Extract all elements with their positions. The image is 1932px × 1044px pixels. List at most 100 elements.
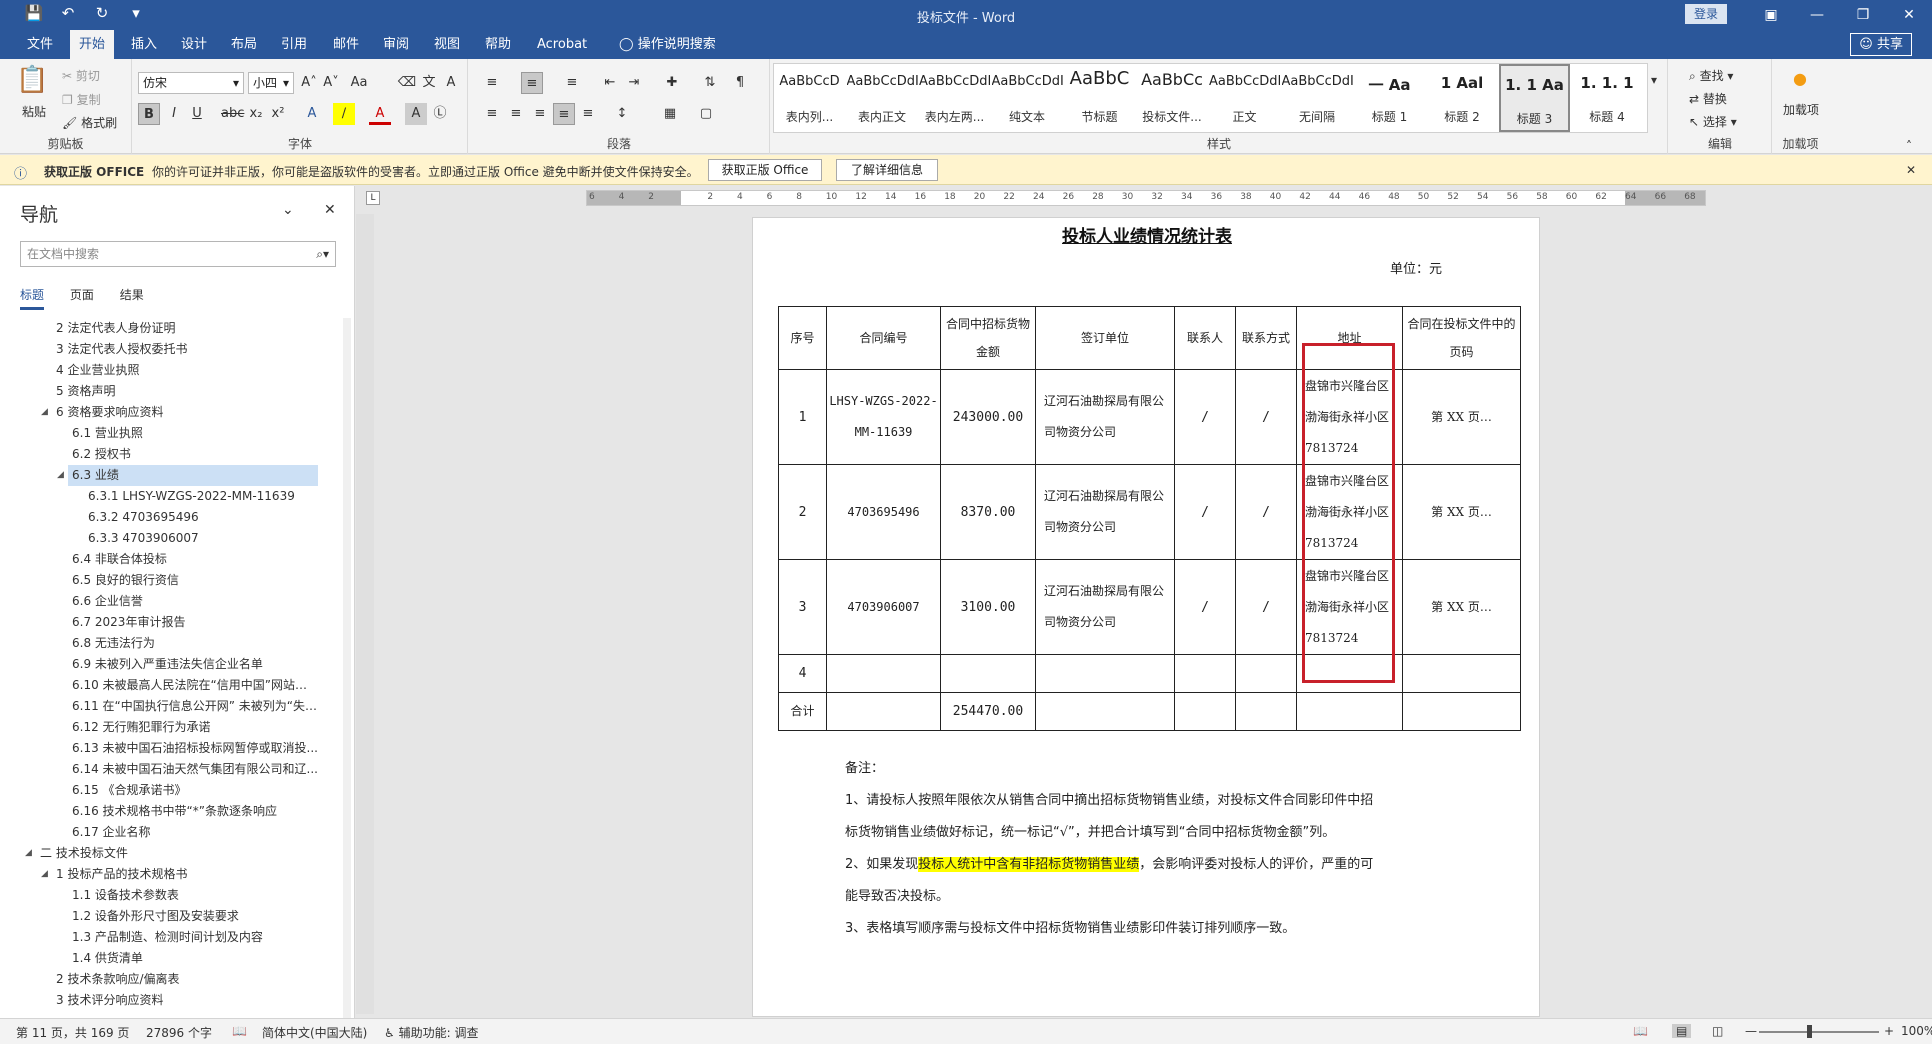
nav-heading-item[interactable]: 二 技术投标文件	[36, 843, 318, 864]
increase-indent-icon[interactable]: ⇥	[623, 72, 645, 94]
share-button[interactable]: ☺ 共享	[1850, 33, 1912, 56]
table-cell[interactable]	[1174, 692, 1236, 731]
zoom-out-button[interactable]: —	[1745, 1024, 1757, 1038]
document-page[interactable]: 投标人业绩情况统计表 单位：元 序号 合同编号 合同中招标货物金额 签订单位 联系人 联系…	[752, 217, 1540, 1017]
tab-home[interactable]: 开始	[70, 30, 115, 59]
align-right-icon[interactable]: ≡	[529, 103, 551, 125]
nav-heading-item[interactable]: 6.3.3 4703906007	[84, 528, 318, 549]
expand-triangle-icon[interactable]: ◢	[25, 843, 32, 864]
align-center-icon[interactable]: ≡	[505, 103, 527, 125]
read-mode-icon[interactable]: 📖	[1633, 1024, 1648, 1038]
style-item[interactable]: AaBbC 节标题	[1064, 64, 1135, 132]
table-cell[interactable]	[1174, 654, 1236, 693]
table-cell[interactable]: 辽河石油勘探局有限公司物资分公司	[1035, 369, 1175, 465]
shading-icon[interactable]: ▦	[659, 103, 681, 125]
horizontal-ruler[interactable]: 6 4 2 2 4 6 8 10 12 14 16 18 20 22 24 26 28 30 32 34 36 38 40 4…	[586, 190, 1706, 206]
nav-heading-item[interactable]: 6.3.2 4703695496	[84, 507, 318, 528]
table-cell[interactable]: LHSY-WZGS-2022-MM-11639	[826, 369, 941, 465]
nav-heading-item[interactable]: 5 资格声明	[52, 381, 318, 402]
text-effects-icon[interactable]: A	[301, 103, 323, 125]
table-cell[interactable]: /	[1235, 559, 1297, 655]
format-painter-button[interactable]: 🖌 格式刷	[62, 114, 117, 131]
borders-icon[interactable]: ▢	[695, 103, 717, 125]
style-item[interactable]: 1. 1 Aa 标题 3	[1499, 64, 1570, 132]
notice-close-icon[interactable]: ✕	[1906, 163, 1916, 177]
tab-review[interactable]: 审阅	[374, 30, 418, 59]
clear-format-icon[interactable]: ⌫	[396, 72, 418, 94]
select-button[interactable]: ↖ 选择 ▾	[1689, 113, 1737, 130]
nav-heading-item[interactable]: 6.10 未被最高人民法院在“信用中国”网站或...	[68, 675, 318, 696]
style-item[interactable]: 1. 1. 1 标题 4	[1572, 64, 1643, 132]
nav-heading-item[interactable]: 6.12 无行贿犯罪行为承诺	[68, 717, 318, 738]
table-cell[interactable]: 8370.00	[940, 464, 1036, 560]
copy-button[interactable]: ❐ 复制	[62, 91, 101, 108]
nav-heading-item[interactable]: 6.9 未被列入严重违法失信企业名单	[68, 654, 318, 675]
numbering-icon[interactable]: ≡	[521, 72, 543, 94]
tab-design[interactable]: 设计	[172, 30, 216, 59]
nav-search-input[interactable]: 在文档中搜索 ⌕▾	[20, 241, 336, 267]
table-header-cell[interactable]: 合同编号	[826, 306, 941, 370]
grow-font-button[interactable]: A˄	[298, 72, 320, 94]
underline-button[interactable]: U	[186, 103, 208, 125]
table-cell[interactable]: 3100.00	[940, 559, 1036, 655]
phonetic-guide-icon[interactable]: 文	[418, 72, 440, 94]
table-cell[interactable]	[826, 692, 941, 731]
style-item[interactable]: AaBbCcDdI 正文	[1209, 64, 1280, 132]
font-name-select[interactable]: 仿宋 ▾	[138, 72, 244, 94]
nav-heading-item[interactable]: 6.3 业绩	[68, 465, 318, 486]
enclose-char-icon[interactable]: Ⓛ	[429, 103, 451, 125]
italic-button[interactable]: I	[163, 103, 185, 125]
tab-layout[interactable]: 布局	[222, 30, 266, 59]
close-icon[interactable]: ✕	[1886, 0, 1932, 30]
accessibility-status[interactable]: ♿ 辅助功能: 调查	[384, 1024, 478, 1041]
table-cell[interactable]: /	[1174, 559, 1236, 655]
table-header-cell[interactable]: 签订单位	[1035, 306, 1175, 370]
style-item[interactable]: AaBbCc 投标文件...	[1137, 64, 1208, 132]
proofing-icon[interactable]: 📖	[232, 1024, 247, 1038]
table-cell[interactable]: 4703906007	[826, 559, 941, 655]
nav-heading-item[interactable]: 6.15 《合规承诺书》	[68, 780, 318, 801]
table-cell[interactable]	[1035, 654, 1175, 693]
nav-heading-item[interactable]: 6.6 企业信誉	[68, 591, 318, 612]
replace-button[interactable]: ⇄ 替换	[1689, 90, 1727, 107]
table-header-cell[interactable]: 联系人	[1174, 306, 1236, 370]
show-marks-icon[interactable]: ¶	[729, 72, 751, 94]
login-button[interactable]: 登录	[1685, 4, 1727, 24]
bold-button[interactable]: B	[138, 103, 160, 125]
table-cell[interactable]	[1235, 654, 1297, 693]
nav-heading-item[interactable]: 1.3 产品制造、检测时间计划及内容	[68, 927, 318, 948]
table-cell[interactable]: 3	[778, 559, 827, 655]
nav-heading-item[interactable]: 6.1 营业执照	[68, 423, 318, 444]
chinese-layout-icon[interactable]: ✚	[661, 72, 683, 94]
char-shading-icon[interactable]: A	[405, 103, 427, 125]
table-header-cell[interactable]: 序号	[778, 306, 827, 370]
table-header-cell[interactable]: 联系方式	[1235, 306, 1297, 370]
zoom-slider[interactable]	[1759, 1031, 1879, 1033]
expand-triangle-icon[interactable]: ◢	[41, 864, 48, 885]
zoom-level[interactable]: 100%	[1901, 1024, 1932, 1038]
learn-more-button[interactable]: 了解详细信息	[836, 159, 938, 181]
nav-heading-item[interactable]: 6.5 良好的银行资信	[68, 570, 318, 591]
table-cell[interactable]	[826, 654, 941, 693]
table-cell[interactable]: 2	[778, 464, 827, 560]
align-left-icon[interactable]: ≡	[481, 103, 503, 125]
search-icon[interactable]: ⌕▾	[316, 242, 329, 266]
table-cell[interactable]: 第 XX 页…	[1402, 559, 1521, 655]
minimize-icon[interactable]: —	[1794, 0, 1840, 30]
nav-heading-item[interactable]: 3 技术评分响应资料	[52, 990, 318, 1008]
table-header-cell[interactable]: 合同中招标货物金额	[940, 306, 1036, 370]
print-layout-icon[interactable]: ▤	[1672, 1024, 1692, 1038]
nav-close-icon[interactable]: ✕	[324, 202, 336, 218]
table-cell[interactable]: 辽河石油勘探局有限公司物资分公司	[1035, 559, 1175, 655]
word-count[interactable]: 27896 个字	[146, 1024, 212, 1041]
performance-table[interactable]: 序号 合同编号 合同中招标货物金额 签订单位 联系人 联系方式 地址 合同在投标文件中的页码 1…	[778, 306, 1521, 731]
table-cell[interactable]: 1	[778, 369, 827, 465]
subscript-button[interactable]: x₂	[245, 103, 267, 125]
table-header-cell[interactable]: 合同在投标文件中的页码	[1402, 306, 1521, 370]
nav-heading-item[interactable]: 6.14 未被中国石油天然气集团有限公司和辽...	[68, 759, 318, 780]
addins-button[interactable]: 加载项	[1781, 101, 1821, 118]
table-cell[interactable]: 4703695496	[826, 464, 941, 560]
table-cell[interactable]	[1035, 692, 1175, 731]
nav-heading-item[interactable]: 6 资格要求响应资料	[52, 402, 318, 423]
nav-options-chevron-icon[interactable]: ⌄	[282, 202, 294, 218]
